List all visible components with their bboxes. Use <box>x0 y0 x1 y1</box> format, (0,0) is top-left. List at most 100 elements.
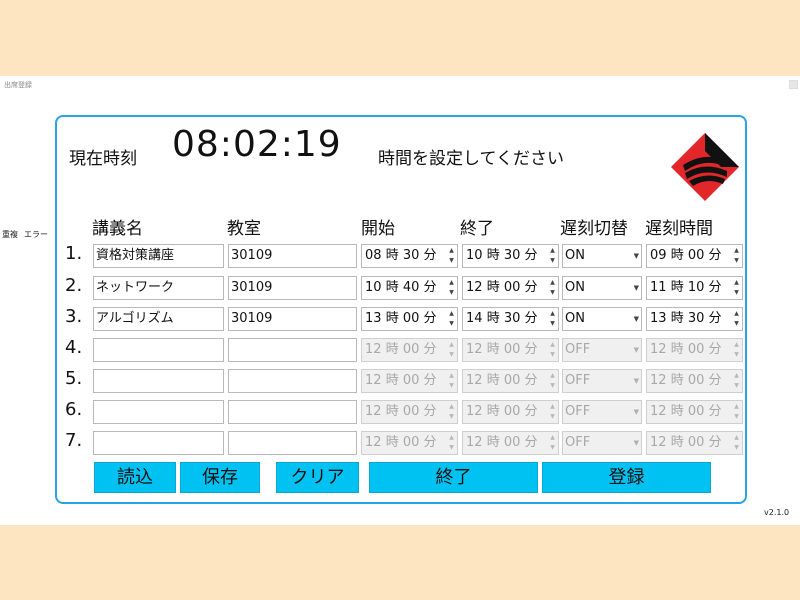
lecture-name-input[interactable]: アルゴリズム <box>93 307 224 331</box>
start-time-spinner[interactable]: 12 時 00 分 ▲ ▼ <box>361 400 458 424</box>
late-toggle-select[interactable]: OFF ▼ <box>562 338 642 362</box>
spin-arrows[interactable]: ▲ ▼ <box>447 309 456 329</box>
spin-down-icon[interactable]: ▼ <box>548 256 557 266</box>
lecture-name-input[interactable] <box>93 431 224 455</box>
spin-up-icon[interactable]: ▲ <box>447 371 456 381</box>
spin-arrows[interactable]: ▲ ▼ <box>447 371 456 391</box>
late-time-spinner[interactable]: 12 時 00 分 ▲ ▼ <box>646 369 743 393</box>
start-time-spinner[interactable]: 12 時 00 分 ▲ ▼ <box>361 369 458 393</box>
lecture-name-input[interactable]: 資格対策講座 <box>93 244 224 268</box>
spin-up-icon[interactable]: ▲ <box>732 278 741 288</box>
spin-down-icon[interactable]: ▼ <box>447 256 456 266</box>
spin-up-icon[interactable]: ▲ <box>447 402 456 412</box>
spin-down-icon[interactable]: ▼ <box>732 288 741 298</box>
end-time-spinner[interactable]: 12 時 00 分 ▲ ▼ <box>462 431 559 455</box>
save-button[interactable]: 保存 <box>180 462 260 493</box>
spin-down-icon[interactable]: ▼ <box>548 319 557 329</box>
room-input[interactable] <box>228 369 357 393</box>
lecture-name-input[interactable]: ネットワーク <box>93 276 224 300</box>
end-time-spinner[interactable]: 12 時 00 分 ▲ ▼ <box>462 369 559 393</box>
spin-down-icon[interactable]: ▼ <box>548 412 557 422</box>
spin-arrows[interactable]: ▲ ▼ <box>548 402 557 422</box>
spin-down-icon[interactable]: ▼ <box>548 381 557 391</box>
spin-down-icon[interactable]: ▼ <box>732 319 741 329</box>
spin-up-icon[interactable]: ▲ <box>548 402 557 412</box>
spin-up-icon[interactable]: ▲ <box>548 246 557 256</box>
spin-arrows[interactable]: ▲ ▼ <box>447 278 456 298</box>
room-input[interactable]: 30109 <box>228 276 357 300</box>
spin-arrows[interactable]: ▲ ▼ <box>548 433 557 453</box>
spin-down-icon[interactable]: ▼ <box>447 381 456 391</box>
spin-up-icon[interactable]: ▲ <box>732 402 741 412</box>
late-time-spinner[interactable]: 13 時 30 分 ▲ ▼ <box>646 307 743 331</box>
room-input[interactable]: 30109 <box>228 244 357 268</box>
spin-arrows[interactable]: ▲ ▼ <box>732 309 741 329</box>
clear-button[interactable]: クリア <box>276 462 359 493</box>
spin-arrows[interactable]: ▲ ▼ <box>732 340 741 360</box>
room-input[interactable] <box>228 400 357 424</box>
spin-arrows[interactable]: ▲ ▼ <box>732 246 741 266</box>
start-time-spinner[interactable]: 10 時 40 分 ▲ ▼ <box>361 276 458 300</box>
end-time-spinner[interactable]: 12 時 00 分 ▲ ▼ <box>462 338 559 362</box>
spin-arrows[interactable]: ▲ ▼ <box>548 246 557 266</box>
room-input[interactable] <box>228 338 357 362</box>
spin-arrows[interactable]: ▲ ▼ <box>548 309 557 329</box>
late-time-spinner[interactable]: 11 時 10 分 ▲ ▼ <box>646 276 743 300</box>
end-time-spinner[interactable]: 12 時 00 分 ▲ ▼ <box>462 276 559 300</box>
spin-up-icon[interactable]: ▲ <box>548 371 557 381</box>
spin-up-icon[interactable]: ▲ <box>732 309 741 319</box>
spin-arrows[interactable]: ▲ ▼ <box>548 278 557 298</box>
room-input[interactable]: 30109 <box>228 307 357 331</box>
start-time-spinner[interactable]: 08 時 30 分 ▲ ▼ <box>361 244 458 268</box>
spin-up-icon[interactable]: ▲ <box>732 340 741 350</box>
spin-down-icon[interactable]: ▼ <box>447 319 456 329</box>
late-time-spinner[interactable]: 12 時 00 分 ▲ ▼ <box>646 431 743 455</box>
exit-button[interactable]: 終了 <box>369 462 538 493</box>
load-button[interactable]: 読込 <box>94 462 176 493</box>
late-toggle-select[interactable]: ON ▼ <box>562 307 642 331</box>
spin-up-icon[interactable]: ▲ <box>447 340 456 350</box>
end-time-spinner[interactable]: 12 時 00 分 ▲ ▼ <box>462 400 559 424</box>
spin-up-icon[interactable]: ▲ <box>732 433 741 443</box>
late-time-spinner[interactable]: 12 時 00 分 ▲ ▼ <box>646 338 743 362</box>
spin-up-icon[interactable]: ▲ <box>548 309 557 319</box>
spin-up-icon[interactable]: ▲ <box>548 340 557 350</box>
spin-down-icon[interactable]: ▼ <box>447 350 456 360</box>
spin-down-icon[interactable]: ▼ <box>732 350 741 360</box>
late-toggle-select[interactable]: ON ▼ <box>562 276 642 300</box>
spin-down-icon[interactable]: ▼ <box>732 412 741 422</box>
late-time-spinner[interactable]: 12 時 00 分 ▲ ▼ <box>646 400 743 424</box>
spin-down-icon[interactable]: ▼ <box>548 350 557 360</box>
spin-arrows[interactable]: ▲ ▼ <box>447 246 456 266</box>
spin-arrows[interactable]: ▲ ▼ <box>447 402 456 422</box>
lecture-name-input[interactable] <box>93 369 224 393</box>
spin-up-icon[interactable]: ▲ <box>447 433 456 443</box>
spin-up-icon[interactable]: ▲ <box>447 309 456 319</box>
spin-up-icon[interactable]: ▲ <box>732 371 741 381</box>
late-toggle-select[interactable]: OFF ▼ <box>562 369 642 393</box>
lecture-name-input[interactable] <box>93 338 224 362</box>
late-toggle-select[interactable]: OFF ▼ <box>562 400 642 424</box>
spin-down-icon[interactable]: ▼ <box>447 443 456 453</box>
start-time-spinner[interactable]: 12 時 00 分 ▲ ▼ <box>361 431 458 455</box>
spin-arrows[interactable]: ▲ ▼ <box>447 340 456 360</box>
lecture-name-input[interactable] <box>93 400 224 424</box>
spin-arrows[interactable]: ▲ ▼ <box>732 433 741 453</box>
spin-up-icon[interactable]: ▲ <box>548 433 557 443</box>
spin-down-icon[interactable]: ▼ <box>732 256 741 266</box>
start-time-spinner[interactable]: 12 時 00 分 ▲ ▼ <box>361 338 458 362</box>
spin-up-icon[interactable]: ▲ <box>548 278 557 288</box>
spin-down-icon[interactable]: ▼ <box>447 412 456 422</box>
window-close-button[interactable] <box>789 80 798 89</box>
end-time-spinner[interactable]: 10 時 30 分 ▲ ▼ <box>462 244 559 268</box>
late-toggle-select[interactable]: OFF ▼ <box>562 431 642 455</box>
spin-arrows[interactable]: ▲ ▼ <box>732 278 741 298</box>
spin-down-icon[interactable]: ▼ <box>548 288 557 298</box>
spin-down-icon[interactable]: ▼ <box>548 443 557 453</box>
spin-up-icon[interactable]: ▲ <box>447 246 456 256</box>
spin-down-icon[interactable]: ▼ <box>732 443 741 453</box>
spin-down-icon[interactable]: ▼ <box>447 288 456 298</box>
start-time-spinner[interactable]: 13 時 00 分 ▲ ▼ <box>361 307 458 331</box>
spin-up-icon[interactable]: ▲ <box>447 278 456 288</box>
spin-up-icon[interactable]: ▲ <box>732 246 741 256</box>
